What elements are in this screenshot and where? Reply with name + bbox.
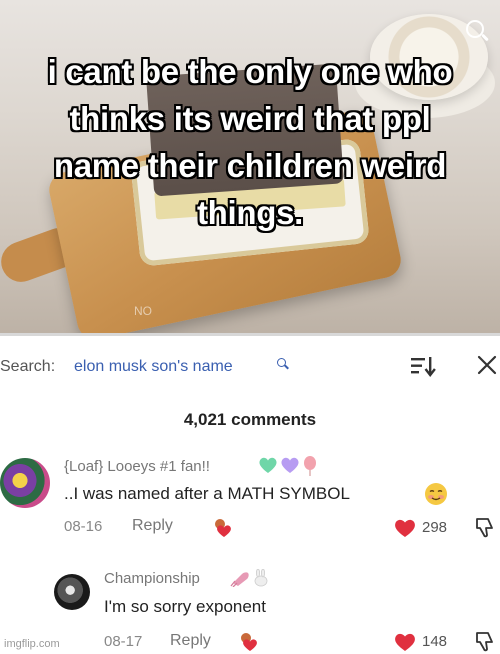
creator-liked-icon — [241, 633, 257, 651]
meme-image: NO i cant be the only one who thinks its… — [0, 0, 500, 333]
comments-count: 4,021 comments — [183, 410, 317, 429]
caption-line: name their children weird — [53, 147, 447, 184]
smiling-face-icon — [425, 483, 447, 505]
divider — [0, 333, 500, 336]
dislike-icon[interactable] — [474, 516, 496, 538]
comment-date: 08-17 — [104, 633, 143, 650]
balloon-icon — [304, 456, 316, 476]
comment-username[interactable]: Championship — [104, 570, 200, 587]
green-heart-icon — [259, 457, 277, 473]
squid-icon — [230, 572, 249, 587]
comment-text: ..I was named after a MATH SYMBOL — [64, 484, 350, 503]
search-query[interactable]: elon musk son's name — [74, 358, 233, 376]
image-watermark: NO — [134, 304, 152, 318]
search-icon[interactable] — [277, 358, 286, 367]
heart-icon[interactable] — [394, 632, 416, 652]
like-count: 298 — [422, 519, 448, 536]
avatar[interactable] — [0, 458, 50, 508]
purple-heart-icon — [281, 457, 299, 473]
comment-text: I'm so sorry exponent — [104, 597, 266, 616]
rabbit-icon — [254, 569, 268, 587]
like-count: 148 — [422, 633, 448, 650]
close-icon[interactable] — [476, 354, 498, 376]
comment-item: {Loaf} Looeys #1 fan!! ..I was named aft… — [0, 450, 500, 550]
creator-liked-icon — [215, 519, 231, 537]
caption-line: things. — [196, 194, 304, 231]
username-emojis — [230, 569, 270, 587]
comment-search-bar[interactable]: Search: elon musk son's name — [0, 346, 500, 386]
comment-username[interactable]: {Loaf} Looeys #1 fan!! — [64, 458, 210, 475]
comment-item: Championship I'm so sorry exponent 08-17… — [0, 566, 500, 654]
search-icon[interactable] — [466, 20, 484, 38]
comment-date: 08-16 — [64, 518, 103, 535]
caption-line: thinks its weird that ppl — [69, 100, 431, 137]
search-label: Search: — [0, 358, 56, 375]
reply-button[interactable]: Reply — [132, 517, 173, 535]
site-watermark: imgflip.com — [4, 638, 60, 650]
heart-icon[interactable] — [394, 518, 416, 538]
avatar[interactable] — [54, 574, 90, 610]
sort-icon[interactable] — [410, 354, 436, 378]
reply-button[interactable]: Reply — [170, 632, 211, 650]
username-emojis — [258, 456, 318, 476]
meme-caption: i cant be the only one who thinks its we… — [0, 48, 500, 236]
dislike-icon[interactable] — [474, 630, 496, 652]
caption-line: i cant be the only one who — [47, 53, 453, 90]
